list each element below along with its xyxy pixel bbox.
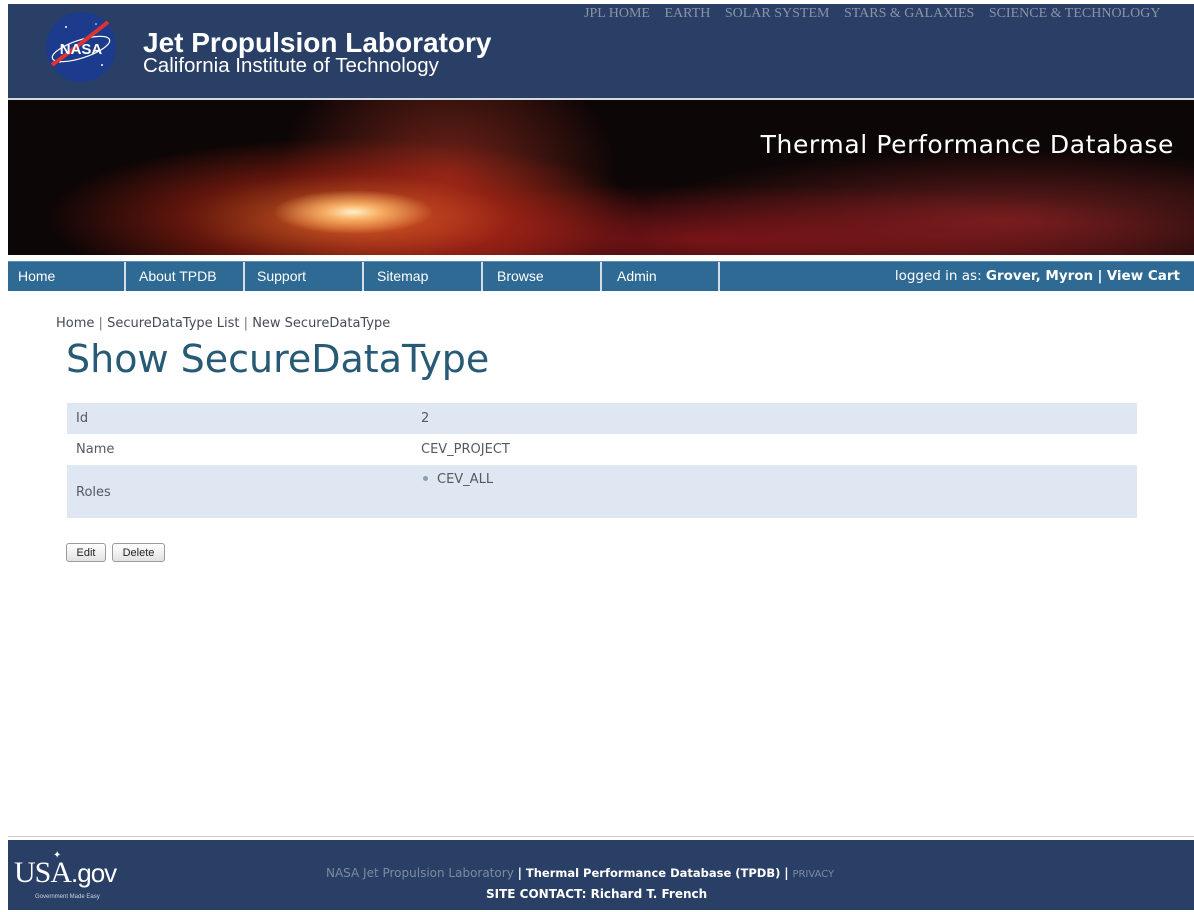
top-link-solar-system[interactable]: SOLAR SYSTEM xyxy=(725,6,830,21)
breadcrumb-separator: | xyxy=(243,316,249,331)
nav-home[interactable]: Home xyxy=(8,262,126,291)
role-list-item: CEV_ALL xyxy=(423,472,493,487)
nav-browse[interactable]: Browse xyxy=(483,262,602,291)
footer-org-link[interactable]: NASA Jet Propulsion Laboratory xyxy=(326,866,514,880)
detail-table: Id 2 Name CEV_PROJECT Roles CEV_ALL xyxy=(67,403,1137,518)
top-link-stars-galaxies[interactable]: STARS & GALAXIES xyxy=(844,6,974,21)
detail-row-roles: Roles CEV_ALL xyxy=(67,465,1137,518)
edit-button[interactable]: Edit xyxy=(66,543,106,562)
usa-logo-main: USA xyxy=(14,856,72,889)
breadcrumb-home[interactable]: Home xyxy=(56,316,94,331)
nav-about-tpdb[interactable]: About TPDB xyxy=(126,262,245,291)
footer-divider xyxy=(8,836,1194,837)
site-contact[interactable]: SITE CONTACT: Richard T. French xyxy=(486,887,707,901)
id-value: 2 xyxy=(421,411,430,426)
main-nav: Home About TPDB Support Sitemap Browse A… xyxy=(8,261,1194,291)
breadcrumb-new[interactable]: New SecureDataType xyxy=(252,316,390,331)
nasa-logo-icon[interactable]: NASA xyxy=(44,10,118,84)
usa-gov-tagline: Government Made Easy xyxy=(35,894,100,900)
delete-button[interactable]: Delete xyxy=(112,543,165,562)
logged-in-label: logged in as: xyxy=(894,268,982,284)
footer-privacy-link[interactable]: PRIVACY xyxy=(792,869,834,880)
name-value: CEV_PROJECT xyxy=(421,442,510,457)
role-name[interactable]: CEV_ALL xyxy=(437,472,493,487)
usa-logo-suffix: .gov xyxy=(71,858,117,888)
footer: ✦ USA.gov Government Made Easy NASA Jet … xyxy=(8,840,1194,910)
top-link-earth[interactable]: EARTH xyxy=(665,6,711,21)
detail-row-name: Name CEV_PROJECT xyxy=(67,434,1137,465)
id-label: Id xyxy=(76,411,89,426)
breadcrumb-list[interactable]: SecureDataType List xyxy=(107,316,239,331)
detail-row-id: Id 2 xyxy=(67,403,1137,434)
nav-admin[interactable]: Admin xyxy=(602,262,720,291)
name-label: Name xyxy=(76,442,115,457)
banner-title: Thermal Performance Database xyxy=(760,130,1174,159)
top-link-science-technology[interactable]: SCIENCE & TECHNOLOGY xyxy=(989,6,1161,21)
jpl-header: NASA Jet Propulsion Laboratory Californi… xyxy=(8,4,1194,99)
page-title: Show SecureDataType xyxy=(66,337,490,381)
roles-label: Roles xyxy=(76,485,111,500)
breadcrumb: Home | SecureDataType List | New SecureD… xyxy=(56,316,390,331)
nasa-logo-text: NASA xyxy=(60,41,103,58)
banner-image: Thermal Performance Database xyxy=(8,100,1194,255)
bullet-icon xyxy=(423,476,428,481)
nav-separator: | xyxy=(1097,268,1103,284)
top-link-jpl-home[interactable]: JPL HOME xyxy=(584,6,650,21)
usa-gov-logo[interactable]: USA.gov xyxy=(14,856,117,890)
footer-separator: | xyxy=(784,866,789,880)
footer-links: NASA Jet Propulsion Laboratory | Thermal… xyxy=(326,866,834,880)
view-cart-link[interactable]: View Cart xyxy=(1107,268,1180,284)
user-name-link[interactable]: Grover, Myron xyxy=(986,268,1093,284)
site-subtitle[interactable]: California Institute of Technology xyxy=(143,55,439,77)
breadcrumb-separator: | xyxy=(98,316,103,331)
top-links: JPL HOME EARTH SOLAR SYSTEM STARS & GALA… xyxy=(584,6,1171,22)
user-status: logged in as: Grover, Myron | View Cart xyxy=(895,262,1180,291)
footer-db-link[interactable]: Thermal Performance Database (TPDB) xyxy=(526,866,781,880)
nav-support[interactable]: Support xyxy=(245,262,364,291)
nav-sitemap[interactable]: Sitemap xyxy=(364,262,483,291)
footer-separator: | xyxy=(517,866,523,880)
